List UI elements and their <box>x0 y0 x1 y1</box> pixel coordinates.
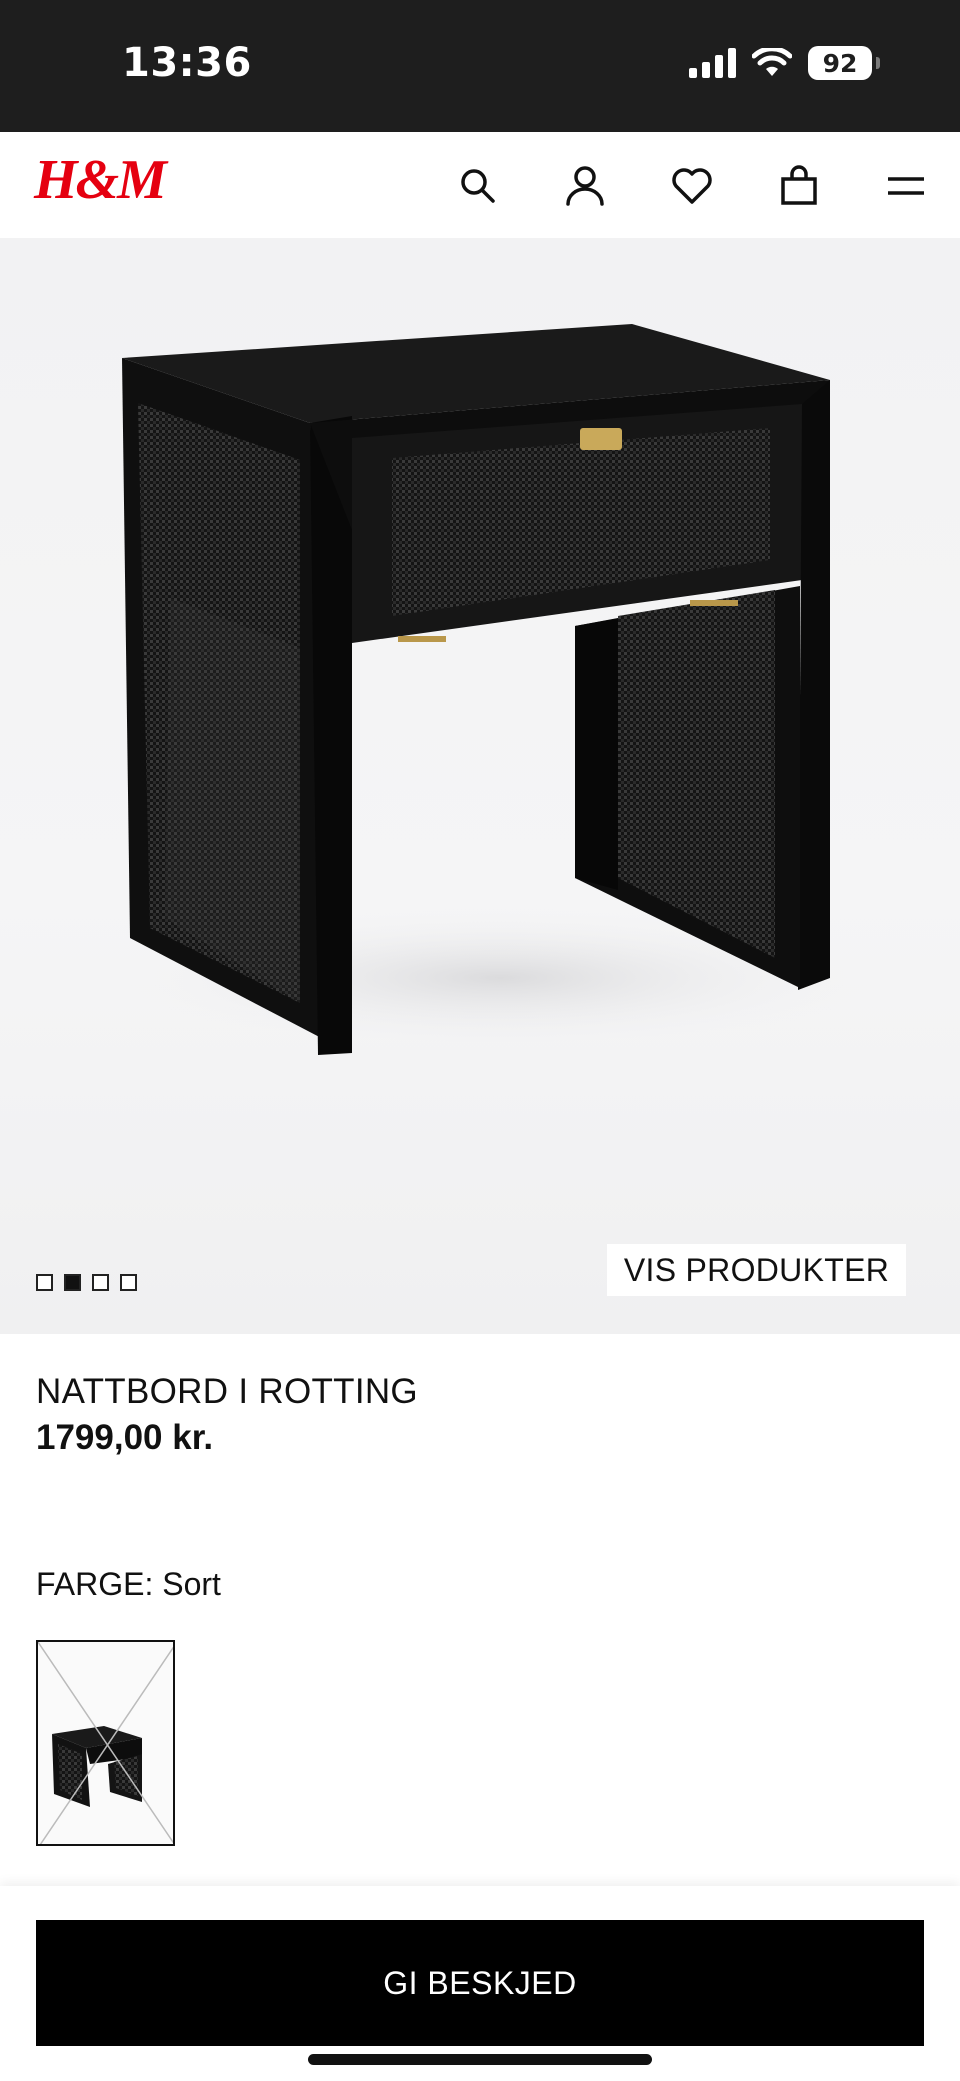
wifi-icon <box>752 48 792 76</box>
search-icon[interactable] <box>452 160 504 212</box>
product-image-gallery[interactable]: VIS PRODUKTER <box>0 238 960 1334</box>
status-time: 13:36 <box>122 40 252 86</box>
site-header: H&M <box>0 132 960 238</box>
hm-logo[interactable]: H&M <box>34 152 167 208</box>
battery-icon: 92 <box>808 46 880 80</box>
notify-me-button[interactable]: GI BESKJED <box>36 1920 924 2046</box>
status-indicators: 92 <box>689 46 880 80</box>
pagination-dot[interactable] <box>120 1274 137 1291</box>
product-price: 1799,00 kr. <box>36 1418 214 1457</box>
color-swatch-sort[interactable] <box>36 1640 175 1846</box>
product-title: NATTBORD I ROTTING <box>36 1372 418 1411</box>
product-image <box>120 324 880 1055</box>
pagination-dot[interactable] <box>92 1274 109 1291</box>
favorites-icon[interactable] <box>666 160 718 212</box>
shopping-bag-icon[interactable] <box>773 160 825 212</box>
swatch-thumbnail <box>38 1642 173 1844</box>
bottom-action-bar: GI BESKJED <box>0 1886 960 2081</box>
status-bar: 13:36 92 <box>0 0 960 132</box>
cellular-signal-icon <box>689 48 736 78</box>
home-indicator[interactable] <box>308 2054 652 2065</box>
gallery-pagination <box>36 1274 137 1291</box>
color-label: FARGE: Sort <box>36 1566 221 1602</box>
menu-icon[interactable] <box>880 160 932 212</box>
pagination-dot-active[interactable] <box>64 1274 81 1291</box>
view-products-button[interactable]: VIS PRODUKTER <box>607 1244 906 1296</box>
account-icon[interactable] <box>559 160 611 212</box>
pagination-dot[interactable] <box>36 1274 53 1291</box>
